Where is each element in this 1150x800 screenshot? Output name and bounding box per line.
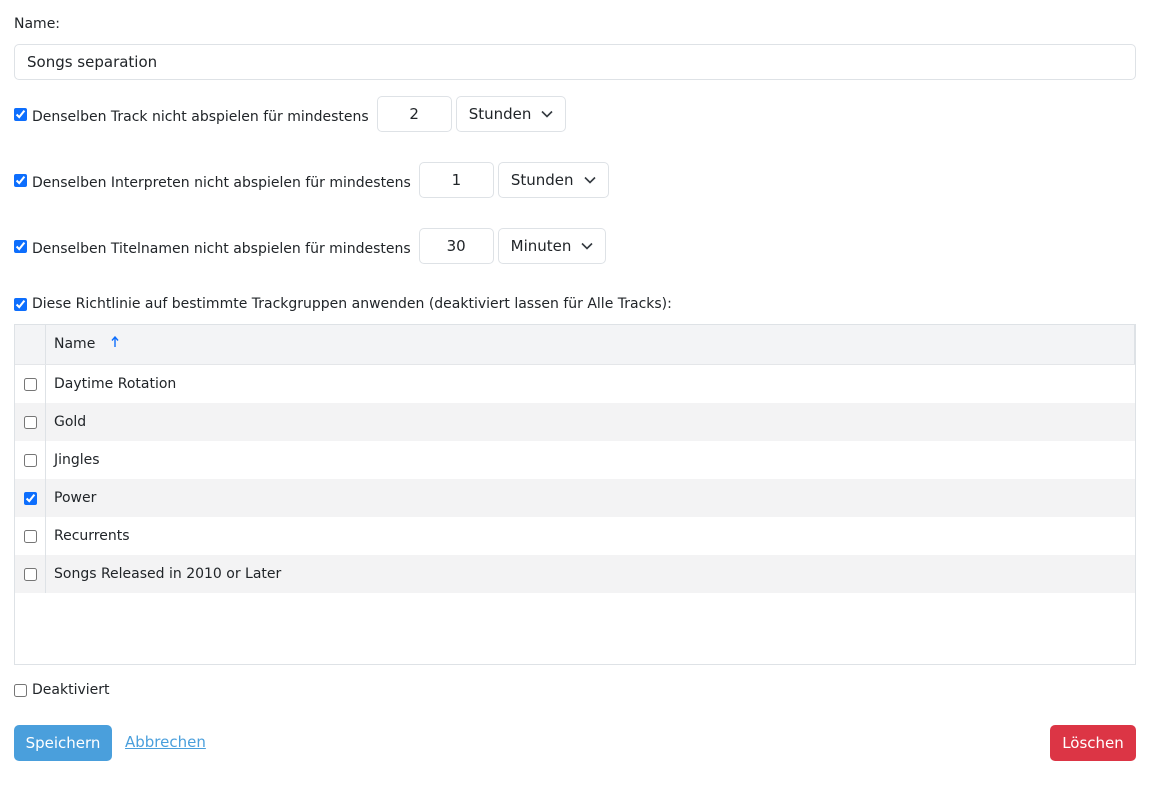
rule-artist: Denselben Interpreten nicht abspielen fü… bbox=[14, 162, 609, 198]
save-button[interactable]: Speichern bbox=[14, 725, 112, 761]
chevron-down-icon bbox=[583, 176, 596, 184]
rule-title-checkbox[interactable] bbox=[14, 239, 27, 253]
table-row[interactable]: Recurrents bbox=[15, 517, 1135, 555]
table-row[interactable]: Gold bbox=[15, 403, 1135, 441]
row-name: Power bbox=[54, 490, 97, 506]
groups-checkbox[interactable] bbox=[14, 297, 27, 311]
chevron-down-icon bbox=[541, 110, 553, 118]
rule-track-unit-value: Stunden bbox=[468, 105, 532, 123]
row-name: Songs Released in 2010 or Later bbox=[54, 566, 282, 582]
rule-artist-unit-select[interactable]: Stunden bbox=[497, 162, 609, 198]
grid-header-edge bbox=[1134, 325, 1135, 364]
row-select-cell bbox=[15, 555, 46, 593]
track-groups-grid: Name Daytime Rotation Gold Jingles Power… bbox=[14, 324, 1136, 665]
rule-title: Denselben Titelnamen nicht abspielen für… bbox=[14, 228, 607, 264]
policy-form: Name: Denselben Track nicht abspielen fü… bbox=[0, 0, 1150, 800]
name-input[interactable] bbox=[14, 44, 1136, 80]
rule-artist-unit-value: Stunden bbox=[510, 171, 574, 189]
rule-title-unit-value: Minuten bbox=[510, 237, 572, 255]
row-checkbox[interactable] bbox=[23, 377, 37, 391]
rule-track-unit-select[interactable]: Stunden bbox=[455, 96, 567, 132]
disabled-checkbox[interactable] bbox=[14, 683, 27, 697]
sort-ascending-icon[interactable] bbox=[111, 335, 119, 352]
rule-track: Denselben Track nicht abspielen für mind… bbox=[14, 96, 567, 132]
row-select-cell bbox=[15, 517, 46, 555]
row-select-cell bbox=[15, 365, 46, 403]
grid-select-column-header bbox=[15, 325, 46, 364]
row-name: Jingles bbox=[54, 452, 100, 468]
row-checkbox[interactable] bbox=[23, 453, 37, 467]
row-checkbox[interactable] bbox=[23, 529, 37, 543]
row-checkbox[interactable] bbox=[23, 415, 37, 429]
disabled-label: Deaktiviert bbox=[32, 682, 110, 698]
row-select-cell bbox=[15, 403, 46, 441]
rule-artist-checkbox[interactable] bbox=[14, 173, 27, 187]
rule-title-unit-select[interactable]: Minuten bbox=[497, 228, 607, 264]
row-checkbox[interactable] bbox=[23, 491, 37, 505]
row-name: Daytime Rotation bbox=[54, 376, 177, 392]
groups-toggle: Diese Richtlinie auf bestimmte Trackgrup… bbox=[14, 296, 672, 312]
table-row[interactable]: Songs Released in 2010 or Later bbox=[15, 555, 1135, 593]
row-name: Recurrents bbox=[54, 528, 130, 544]
rule-track-label: Denselben Track nicht abspielen für mind… bbox=[32, 109, 369, 125]
rule-title-label: Denselben Titelnamen nicht abspielen für… bbox=[32, 241, 411, 257]
table-row[interactable]: Power bbox=[15, 479, 1135, 517]
rule-artist-value-input[interactable] bbox=[418, 162, 494, 198]
row-select-cell bbox=[15, 441, 46, 479]
row-checkbox[interactable] bbox=[23, 567, 37, 581]
rule-track-checkbox[interactable] bbox=[14, 107, 27, 121]
disabled-toggle: Deaktiviert bbox=[14, 682, 110, 698]
name-label: Name: bbox=[14, 16, 61, 32]
row-name: Gold bbox=[54, 414, 87, 430]
cancel-link[interactable]: Abbrechen bbox=[125, 733, 206, 751]
grid-header: Name bbox=[15, 325, 1135, 365]
rule-track-value-input[interactable] bbox=[376, 96, 452, 132]
rule-title-value-input[interactable] bbox=[418, 228, 494, 264]
table-row[interactable]: Jingles bbox=[15, 441, 1135, 479]
groups-label: Diese Richtlinie auf bestimmte Trackgrup… bbox=[32, 296, 672, 312]
grid-name-column-header[interactable]: Name bbox=[54, 336, 95, 352]
row-select-cell bbox=[15, 479, 46, 517]
rule-artist-label: Denselben Interpreten nicht abspielen fü… bbox=[32, 175, 411, 191]
delete-button[interactable]: Löschen bbox=[1050, 725, 1136, 761]
table-row[interactable]: Daytime Rotation bbox=[15, 365, 1135, 403]
chevron-down-icon bbox=[581, 242, 593, 250]
